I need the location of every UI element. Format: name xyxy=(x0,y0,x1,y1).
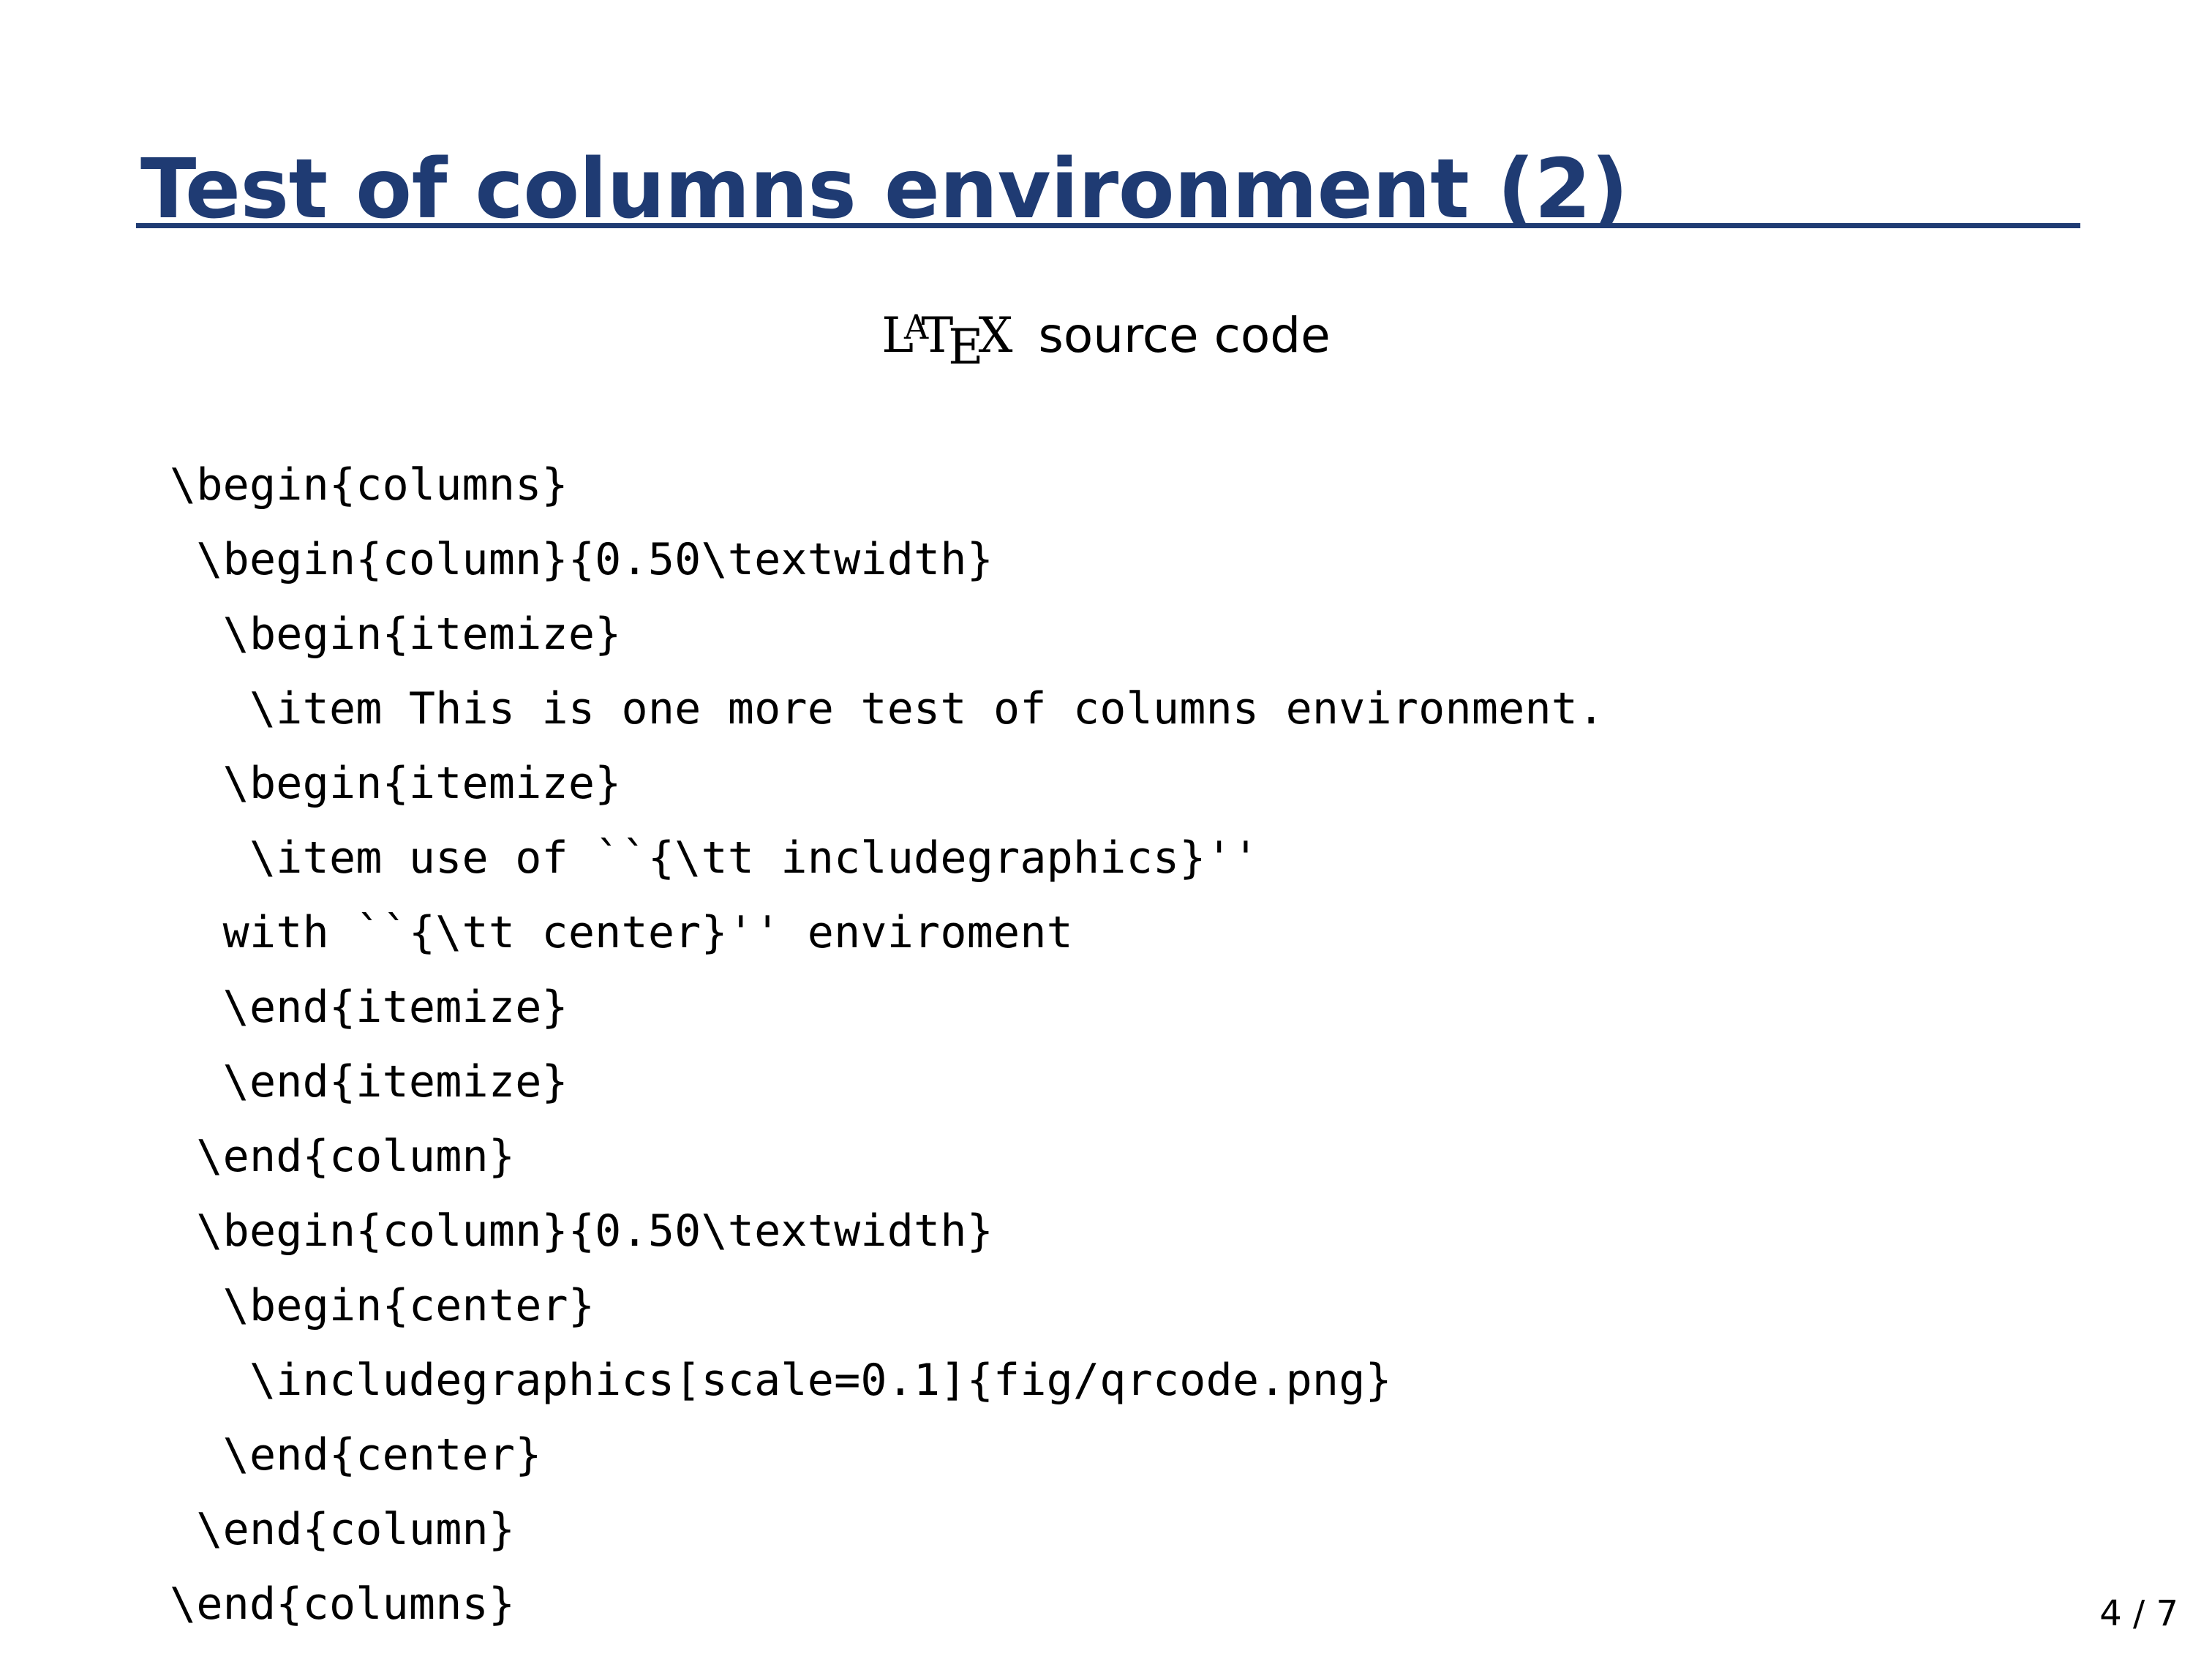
code-line: \item This is one more test of columns e… xyxy=(170,683,1605,734)
code-line: \item use of ``{\tt includegraphics}'' xyxy=(170,832,1260,884)
code-line: \begin{itemize} xyxy=(170,758,622,809)
code-line: \end{column} xyxy=(170,1504,516,1555)
code-content: \begin{columns} \begin{column}{0.50\text… xyxy=(170,448,1604,1641)
latex-logo-letter-x: X xyxy=(978,307,1012,364)
code-line: \includegraphics[scale=0.1]{fig/qrcode.p… xyxy=(170,1355,1392,1406)
code-line: \begin{itemize} xyxy=(170,609,622,660)
page-number: 4 / 7 xyxy=(2099,1593,2178,1634)
code-line: \begin{column}{0.50\textwidth} xyxy=(170,1205,994,1257)
code-line: \begin{columns} xyxy=(170,459,568,511)
code-line: \begin{column}{0.50\textwidth} xyxy=(170,534,994,585)
subtitle-words: source code xyxy=(1038,307,1331,364)
slide: Test of columns environment (2) LATEX sou… xyxy=(0,0,2212,1659)
code-line: \end{columns} xyxy=(170,1579,516,1630)
code-line: \end{center} xyxy=(170,1429,542,1481)
code-line: \begin{center} xyxy=(170,1280,595,1331)
code-line: \end{column} xyxy=(170,1131,516,1182)
latex-logo: LATEX xyxy=(881,307,1034,375)
code-line: \end{itemize} xyxy=(170,982,568,1033)
code-line: \end{itemize} xyxy=(170,1056,568,1107)
code-line: with ``{\tt center}'' enviroment xyxy=(170,907,1073,958)
section-subtitle: LATEX source code xyxy=(0,307,2212,375)
latex-source-code-block: \begin{columns} \begin{column}{0.50\text… xyxy=(170,448,1604,1641)
title-divider xyxy=(136,223,2080,228)
